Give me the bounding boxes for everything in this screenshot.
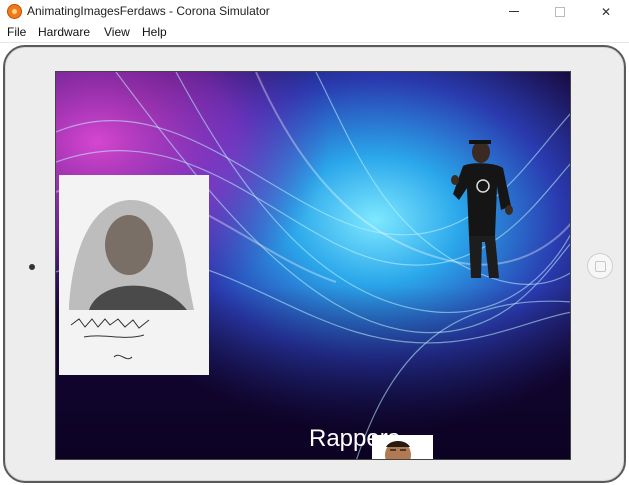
portrait-sketch-image <box>59 175 209 375</box>
close-button[interactable]: ✕ <box>583 0 629 23</box>
small-portrait-image <box>372 435 433 459</box>
home-button[interactable] <box>587 253 613 279</box>
maximize-icon <box>555 6 565 17</box>
close-icon: ✕ <box>600 4 612 19</box>
maximize-button[interactable] <box>537 0 583 23</box>
window-titlebar[interactable]: AnimatingImagesFerdaws - Corona Simulato… <box>0 0 629 23</box>
minimize-button[interactable] <box>491 0 537 23</box>
home-square-icon <box>595 261 606 272</box>
corona-sdk-logo-icon <box>7 4 22 19</box>
menu-bar: File Hardware View Help <box>0 23 629 43</box>
menu-view[interactable]: View <box>104 25 130 39</box>
menu-help[interactable]: Help <box>142 25 167 39</box>
front-camera <box>29 264 35 270</box>
minimize-icon <box>509 11 519 12</box>
dancing-figure-image <box>451 136 521 281</box>
window-title: AnimatingImagesFerdaws - Corona Simulato… <box>27 4 270 18</box>
menu-hardware[interactable]: Hardware <box>38 25 90 39</box>
simulator-screen[interactable]: Rappers <box>55 71 571 460</box>
menu-file[interactable]: File <box>7 25 26 39</box>
